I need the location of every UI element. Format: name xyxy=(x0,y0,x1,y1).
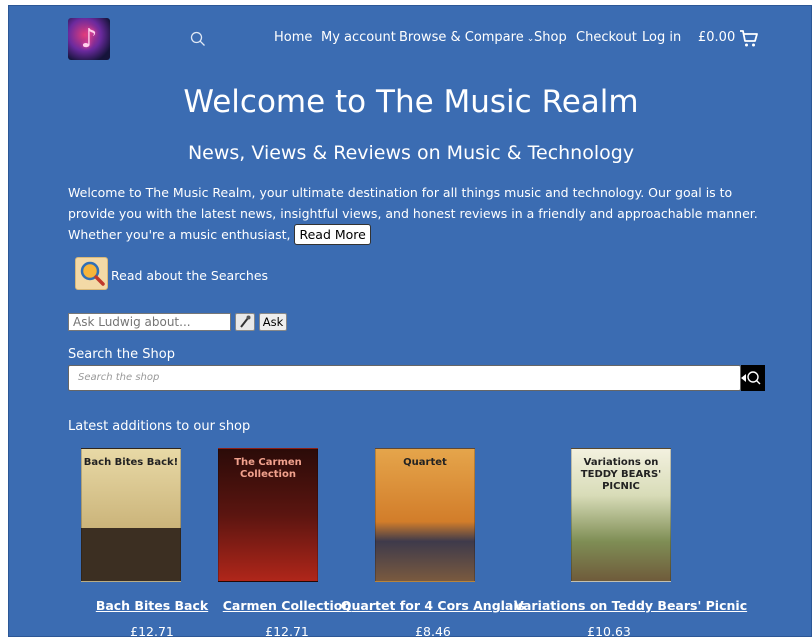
shop-search-input[interactable]: Search the shop xyxy=(68,365,741,391)
latest-additions-heading: Latest additions to our shop xyxy=(68,419,251,434)
nav-log-in[interactable]: Log in xyxy=(642,30,681,45)
page-subtitle: News, Views & Reviews on Music & Technol… xyxy=(187,142,635,164)
read-more-button[interactable]: Read More xyxy=(294,224,371,245)
product-name-link[interactable]: Quartet for 4 Cors Anglais xyxy=(338,598,528,613)
shop-search-button[interactable] xyxy=(741,365,765,391)
read-about-searches-link[interactable]: Read about the Searches xyxy=(111,268,268,283)
cover-title: Variations on TEDDY BEARS' PICNIC xyxy=(580,457,662,492)
intro-text: Welcome to The Music Realm, your ultimat… xyxy=(68,185,758,242)
ask-ludwig-input[interactable] xyxy=(68,313,231,331)
site-logo[interactable]: ♪ xyxy=(68,18,110,60)
search-icon xyxy=(741,371,761,385)
page-frame: ♪ Home My account Browse & Compare ⌄ Shop… xyxy=(8,5,812,637)
cover-title: The Carmen Collection xyxy=(234,457,302,480)
search-icon[interactable] xyxy=(190,31,206,47)
nav-home[interactable]: Home xyxy=(274,30,312,45)
nav-browse-compare[interactable]: Browse & Compare ⌄ xyxy=(399,30,534,45)
nav-browse-compare-label: Browse & Compare xyxy=(399,30,524,45)
product-price: £10.63 xyxy=(587,624,631,637)
cover-title: Quartet xyxy=(403,457,447,468)
product-cover-image[interactable]: Variations on TEDDY BEARS' PICNIC xyxy=(571,448,671,582)
cart-icon[interactable] xyxy=(739,28,759,48)
product-cover-image[interactable]: The Carmen Collection xyxy=(218,448,318,582)
product-cover-image[interactable]: Quartet xyxy=(375,448,475,582)
microphone-button[interactable] xyxy=(235,313,255,331)
product-cover-image[interactable]: Bach Bites Back! xyxy=(81,448,181,582)
nav-shop[interactable]: Shop xyxy=(534,30,567,45)
product-price: £8.46 xyxy=(415,624,451,637)
cart-total[interactable]: £0.00 xyxy=(698,30,735,45)
ask-button[interactable]: Ask xyxy=(259,313,287,331)
microphone-icon xyxy=(240,315,251,328)
search-shop-label: Search the Shop xyxy=(68,347,175,362)
magnifier-icon[interactable] xyxy=(75,257,108,290)
product-name-link[interactable]: Variations on Teddy Bears' Picnic xyxy=(514,598,747,613)
intro-paragraph: Welcome to The Music Realm, your ultimat… xyxy=(68,182,773,245)
nav-my-account[interactable]: My account xyxy=(321,30,396,45)
page-title: Welcome to The Music Realm xyxy=(183,84,639,120)
nav-checkout[interactable]: Checkout xyxy=(576,30,637,45)
cover-title: Bach Bites Back! xyxy=(83,457,179,468)
